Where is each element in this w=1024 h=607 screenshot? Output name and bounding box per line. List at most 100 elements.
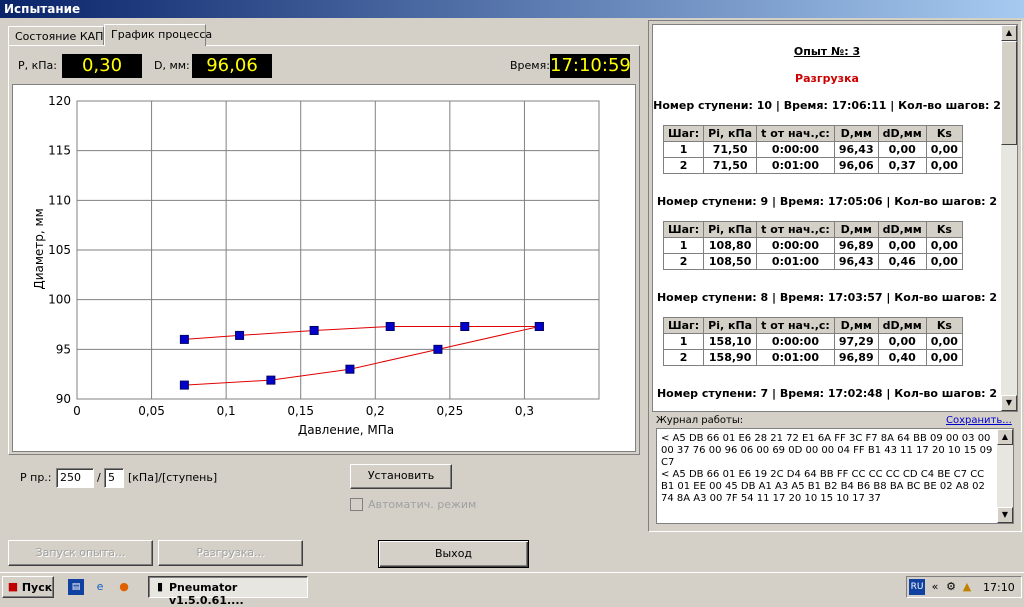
table-header-row: Шаг: Pi, кПа t от нач.,с: D,мм dD,мм Ks bbox=[662, 125, 963, 142]
start-button[interactable]: ■ Пуск bbox=[2, 576, 54, 598]
data-point bbox=[235, 330, 245, 340]
y-tick-label: 120 bbox=[48, 94, 71, 108]
set-button[interactable]: Установить bbox=[350, 464, 452, 489]
auto-mode-label: Автоматич. режим bbox=[368, 498, 477, 511]
readouts-bar: P, кПа: 0,30 D, мм: 96,06 Время: 17:10:5… bbox=[10, 52, 636, 80]
table-cell: 0,37 bbox=[877, 157, 927, 174]
desktop-icon[interactable]: ▤ bbox=[68, 579, 84, 595]
table-cell: 96,43 bbox=[833, 253, 879, 270]
y-tick-label: 90 bbox=[56, 392, 71, 406]
table-cell: 97,29 bbox=[833, 333, 879, 350]
pressure-label: P, кПа: bbox=[18, 59, 57, 72]
y-axis-label: Диаметр, мм bbox=[32, 208, 46, 289]
table-cell: 2 bbox=[662, 253, 705, 270]
x-tick-label: 0,1 bbox=[217, 404, 236, 418]
table-cell: 96,06 bbox=[833, 157, 879, 174]
app-icon: ▮ bbox=[156, 580, 164, 593]
table-cell: 0,00 bbox=[877, 237, 927, 254]
network-icon[interactable]: ⚙ bbox=[943, 579, 959, 595]
firefox-icon[interactable]: ● bbox=[116, 579, 132, 595]
table-cell: 0,00 bbox=[925, 349, 963, 366]
warning-icon[interactable]: ▲ bbox=[959, 579, 975, 595]
table-row: 1 158,10 0:00:00 97,29 0,00 0,00 bbox=[662, 333, 963, 350]
log-text: < A5 DB 66 01 E6 28 21 72 E1 6A FF 3C F7… bbox=[661, 433, 993, 504]
tab-process-graph[interactable]: График процесса bbox=[104, 24, 212, 46]
table-cell: 1 bbox=[662, 237, 705, 254]
pressure-step-input[interactable]: 250 bbox=[56, 468, 94, 488]
log-scrollbar[interactable]: ▲ ▼ bbox=[997, 429, 1013, 523]
table-cell: 0:00:00 bbox=[756, 237, 835, 254]
report-view[interactable]: Опыт №: 3 Разгрузка Номер ступени: 10 | … bbox=[652, 24, 1018, 412]
data-point bbox=[309, 325, 319, 335]
table-cell: 96,43 bbox=[833, 141, 879, 158]
table-cell: 96,89 bbox=[833, 349, 879, 366]
stage-heading: Номер ступени: 10 | Время: 17:06:11 | Ко… bbox=[653, 99, 1001, 112]
tray-expand-icon[interactable]: « bbox=[927, 579, 943, 595]
table-header-cell: D,мм bbox=[833, 125, 879, 142]
table-cell: 1 bbox=[662, 141, 705, 158]
diameter-display: 96,06 bbox=[192, 54, 272, 78]
table-header-cell: Pi, кПа bbox=[703, 221, 758, 238]
x-tick-label: 0,15 bbox=[287, 404, 314, 418]
data-point bbox=[266, 375, 276, 385]
table-header-cell: Шаг: bbox=[662, 125, 705, 142]
stage-table: Шаг: Pi, кПа t от нач.,с: D,мм dD,мм Ks 1 158,1… bbox=[662, 317, 963, 366]
data-point bbox=[345, 364, 355, 374]
log-scroll-up-icon[interactable]: ▲ bbox=[997, 429, 1013, 445]
stage-heading: Номер ступени: 8 | Время: 17:03:57 | Кол… bbox=[656, 291, 998, 304]
table-cell: 0:01:00 bbox=[756, 349, 835, 366]
start-label: Пуск bbox=[21, 581, 53, 594]
taskbar-app-label: Pneumator v1.5.0.61.... bbox=[169, 581, 244, 607]
x-tick-label: 0 bbox=[73, 404, 81, 418]
table-cell: 0:01:00 bbox=[756, 157, 835, 174]
table-header-cell: D,мм bbox=[833, 221, 879, 238]
steps-input[interactable]: 5 bbox=[104, 468, 124, 488]
windows-logo-icon: ■ bbox=[7, 580, 19, 593]
report-title: Опыт №: 3 bbox=[793, 45, 861, 58]
auto-mode-checkbox[interactable] bbox=[350, 498, 363, 511]
save-log-link[interactable]: Сохранить... bbox=[946, 415, 1012, 426]
stage-heading: Номер ступени: 7 | Время: 17:02:48 | Кол… bbox=[656, 387, 998, 400]
table-cell: 96,89 bbox=[833, 237, 879, 254]
y-tick-label: 105 bbox=[48, 243, 71, 257]
table-cell: 71,50 bbox=[703, 157, 758, 174]
scroll-down-icon[interactable]: ▼ bbox=[1001, 395, 1017, 411]
x-tick-label: 0,25 bbox=[436, 404, 463, 418]
stage-table: Шаг: Pi, кПа t от нач.,с: D,мм dD,мм Ks 1 71,50… bbox=[662, 125, 963, 174]
table-cell: 1 bbox=[662, 333, 705, 350]
table-cell: 158,90 bbox=[703, 349, 758, 366]
log-scroll-down-icon[interactable]: ▼ bbox=[997, 507, 1013, 523]
table-cell: 0,40 bbox=[877, 349, 927, 366]
chart-svg: 0 0,05 0,1 0,15 0,2 0,25 0,3 90 95 100 105 110 115 12… bbox=[32, 94, 600, 437]
report-scrollbar[interactable]: ▲ ▼ bbox=[1001, 25, 1017, 411]
start-test-button[interactable]: Запуск опыта... bbox=[8, 540, 153, 566]
taskbar-app-button[interactable]: ▮ Pneumator v1.5.0.61.... bbox=[148, 576, 308, 607]
data-point bbox=[433, 344, 443, 354]
table-cell: 0:01:00 bbox=[756, 253, 835, 270]
scroll-up-icon[interactable]: ▲ bbox=[1001, 25, 1017, 41]
scroll-thumb[interactable] bbox=[1001, 41, 1017, 145]
table-header-cell: Ks bbox=[925, 317, 963, 334]
exit-button[interactable]: Выход bbox=[378, 540, 529, 568]
table-cell: 2 bbox=[662, 157, 705, 174]
y-tick-label: 100 bbox=[48, 293, 71, 307]
table-header-cell: t от нач.,с: bbox=[756, 317, 835, 334]
log-box[interactable]: < A5 DB 66 01 E6 28 21 72 E1 6A FF 3C F7… bbox=[656, 428, 1014, 524]
data-point bbox=[460, 321, 470, 331]
table-cell: 0:00:00 bbox=[756, 141, 835, 158]
report-phase: Разгрузка bbox=[795, 72, 859, 85]
table-header-cell: dD,мм bbox=[877, 125, 927, 142]
ie-icon[interactable]: e bbox=[92, 579, 108, 595]
table-cell: 0,46 bbox=[877, 253, 927, 270]
language-indicator[interactable]: RU bbox=[909, 579, 925, 595]
table-header-row: Шаг: Pi, кПа t от нач.,с: D,мм dD,мм Ks bbox=[662, 221, 963, 238]
table-header-cell: Шаг: bbox=[662, 221, 705, 238]
stage-heading: Номер ступени: 9 | Время: 17:05:06 | Кол… bbox=[656, 195, 998, 208]
table-cell: 0,00 bbox=[877, 141, 927, 158]
table-cell: 108,50 bbox=[703, 253, 758, 270]
table-cell: 0:00:00 bbox=[756, 333, 835, 350]
tab-kap2-state[interactable]: Состояние КАП2 bbox=[8, 26, 110, 46]
data-point bbox=[179, 334, 189, 344]
table-cell: 0,00 bbox=[925, 333, 963, 350]
unload-button[interactable]: Разгрузка... bbox=[158, 540, 303, 566]
